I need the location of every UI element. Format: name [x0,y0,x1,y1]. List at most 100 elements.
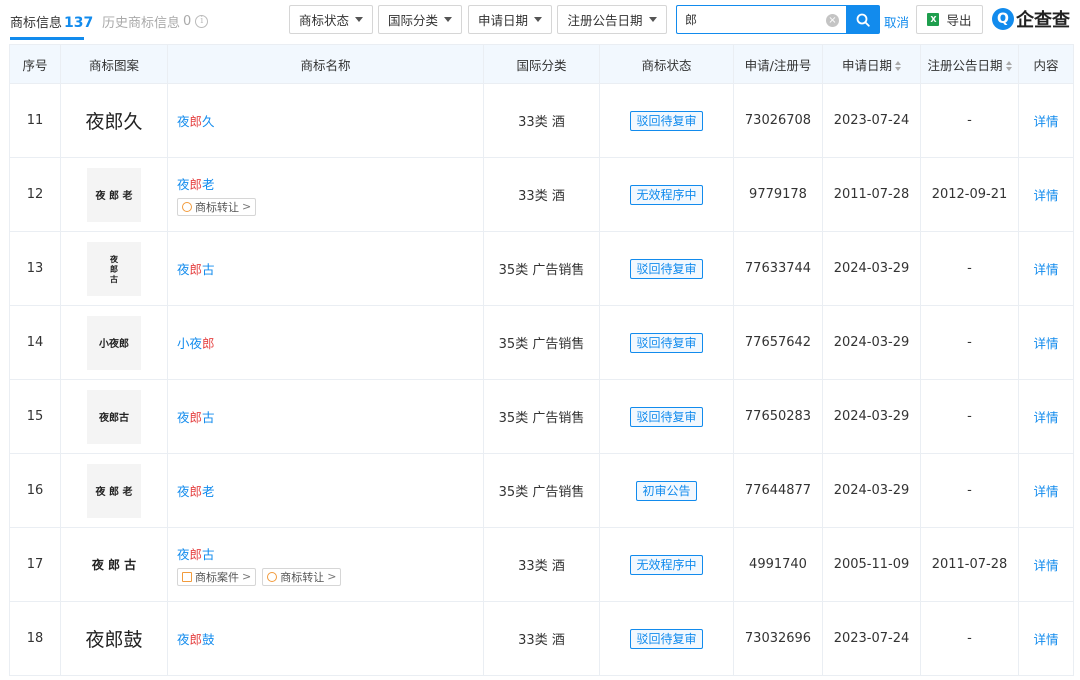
trademark-tag[interactable]: 商标转让 > [177,197,257,216]
cell-image: 夜 郎 老 [60,453,168,528]
search-input[interactable] [685,12,815,27]
name-prefix: 夜 [177,114,190,129]
chevron-down-icon [648,17,657,22]
cell-name: 夜郎古 商标案件 > 商标转让 > [167,527,484,602]
cell-class: 33类 酒 [483,527,600,602]
cell-image: 夜郎久 [60,83,168,158]
trademark-image-text: 夜郎古 [110,254,118,284]
sort-icon[interactable] [895,61,901,71]
trademark-name-link[interactable]: 夜郎老 [177,174,483,193]
tag-list: 商标转让 > [177,197,483,216]
cell-content: 详情 [1018,453,1074,528]
cancel-search-link[interactable]: 取消 [884,12,909,31]
header-class: 国际分类 [483,44,600,84]
filter-class-dropdown[interactable]: 国际分类 [378,5,462,34]
cell-class: 35类 广告销售 [483,379,600,454]
detail-link[interactable]: 详情 [1033,114,1058,129]
header-reg-date[interactable]: 注册公告日期 [920,44,1019,84]
tab-history-label: 历史商标信息 [102,16,181,31]
trademark-image[interactable]: 夜郎鼓 [69,612,159,666]
header-apply-date[interactable]: 申请日期 [822,44,921,84]
table-row: 14 小夜郎 小夜郎 35类 广告销售 驳回待复审 77657642 2024-… [9,305,1074,380]
cell-name: 夜郎老 商标转让 > [167,157,484,232]
trademark-image[interactable]: 小夜郎 [87,315,141,370]
trademark-tag[interactable]: 商标转让 > [262,567,342,586]
search-field[interactable]: × [676,5,846,34]
trademark-name-link[interactable]: 夜郎久 [177,111,483,130]
trademark-image[interactable]: 夜郎古 [87,241,141,296]
cell-image: 夜郎鼓 [60,601,168,676]
detail-link[interactable]: 详情 [1033,632,1058,647]
name-prefix: 夜 [177,176,190,192]
detail-link[interactable]: 详情 [1033,410,1058,425]
cell-class: 35类 广告销售 [483,453,600,528]
trademark-name-link[interactable]: 夜郎鼓 [177,629,483,648]
trademark-name-link[interactable]: 夜郎古 [177,407,483,426]
cell-status: 无效程序中 [599,157,734,232]
cell-apply-date: 2024-03-29 [822,231,921,306]
name-suffix: 鼓 [202,632,215,647]
cell-status: 驳回待复审 [599,305,734,380]
detail-link[interactable]: 详情 [1033,336,1058,351]
trademark-image[interactable]: 夜 郎 老 [87,463,141,518]
cell-reg-date: - [920,83,1019,158]
cell-index: 13 [9,231,61,306]
transfer-icon [267,571,278,582]
cell-image: 夜 郎 老 [60,157,168,232]
trademark-image[interactable]: 夜 郎 古 [69,538,159,592]
cell-content: 详情 [1018,379,1074,454]
logo-text: 企查查 [1016,10,1070,31]
cell-reg-no: 4991740 [733,527,823,602]
status-badge: 驳回待复审 [630,406,703,427]
trademark-name-link[interactable]: 夜郎老 [177,481,483,500]
trademark-tag[interactable]: 商标案件 > [177,567,257,586]
cell-apply-date: 2024-03-29 [822,379,921,454]
trademark-name-link[interactable]: 小夜郎 [177,333,483,352]
trademark-image[interactable]: 夜郎古 [87,389,141,444]
cell-image: 夜 郎 古 [60,527,168,602]
tag-label: 商标转让 [280,570,325,584]
cell-index: 18 [9,601,61,676]
trademark-image[interactable]: 夜 郎 老 [87,167,141,222]
header-image: 商标图案 [60,44,168,84]
cell-class: 33类 酒 [483,83,600,158]
tab-history-trademark-info[interactable]: 历史商标信息 0 i [102,12,209,31]
filter-reg-date-dropdown[interactable]: 注册公告日期 [557,5,667,34]
filter-reg-date-label: 注册公告日期 [567,13,643,28]
tab-trademark-info[interactable]: 商标信息 137 [10,12,93,31]
sort-icon[interactable] [1005,61,1012,71]
cell-apply-date: 2024-03-29 [822,453,921,528]
detail-link[interactable]: 详情 [1033,188,1058,203]
cell-status: 驳回待复审 [599,601,734,676]
export-label: 导出 [946,13,972,28]
cell-reg-date: - [920,231,1019,306]
table-row: 12 夜 郎 老 夜郎老 商标转让 > 33类 酒 无效程序中 9779178 … [9,157,1074,232]
detail-link[interactable]: 详情 [1033,558,1058,573]
name-prefix: 夜 [177,484,190,499]
cell-index: 16 [9,453,61,528]
status-badge: 驳回待复审 [630,628,703,649]
table-row: 15 夜郎古 夜郎古 35类 广告销售 驳回待复审 77650283 2024-… [9,379,1074,454]
cell-reg-no: 9779178 [733,157,823,232]
filter-apply-date-dropdown[interactable]: 申请日期 [468,5,552,34]
trademark-name-link[interactable]: 夜郎古 [177,544,483,563]
detail-link[interactable]: 详情 [1033,484,1058,499]
cell-content: 详情 [1018,527,1074,602]
filter-status-dropdown[interactable]: 商标状态 [289,5,373,34]
export-button[interactable]: X 导出 [916,5,983,34]
trademark-name-link[interactable]: 夜郎古 [177,259,483,278]
search-button[interactable] [846,5,880,34]
header-name: 商标名称 [167,44,484,84]
info-icon[interactable]: i [195,15,209,28]
clear-icon[interactable]: × [826,14,839,27]
cell-apply-date: 2005-11-09 [822,527,921,602]
name-suffix: 古 [202,262,215,277]
cell-content: 详情 [1018,157,1074,232]
tag-label: 商标转让 [195,200,239,214]
cell-reg-no: 77633744 [733,231,823,306]
qichacha-logo: Q 企查查 [992,7,1070,31]
status-badge: 无效程序中 [630,184,703,205]
trademark-image[interactable]: 夜郎久 [69,94,159,148]
detail-link[interactable]: 详情 [1033,262,1058,277]
name-highlight: 郎 [189,410,203,425]
